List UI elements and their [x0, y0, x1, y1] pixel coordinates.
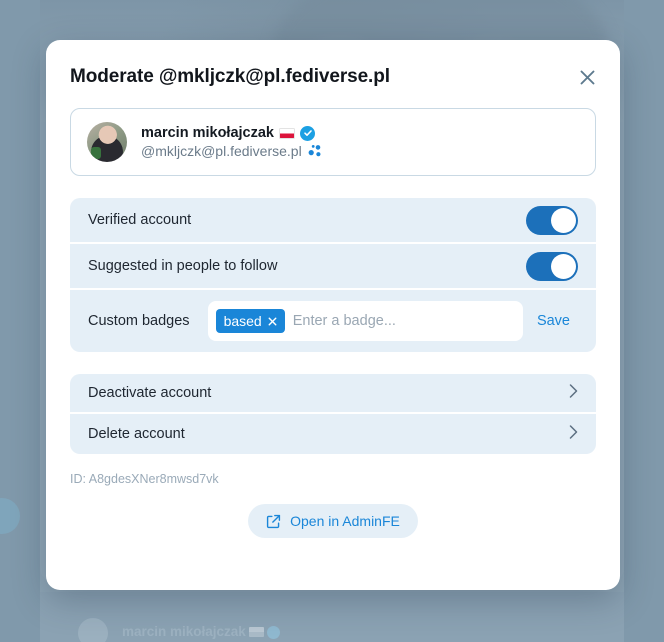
- user-summary-card[interactable]: marcin mikołajczak @mkljczk@pl.fediverse…: [70, 108, 596, 176]
- action-row-deactivate-account[interactable]: Deactivate account: [70, 374, 596, 414]
- verified-check-icon: [300, 126, 315, 141]
- badge-input[interactable]: [293, 313, 515, 329]
- custom-badges-field[interactable]: based: [208, 301, 523, 341]
- save-badges-button[interactable]: Save: [523, 313, 578, 329]
- external-link-icon: [266, 514, 281, 529]
- modal-body: marcin mikołajczak @mkljczk@pl.fediverse…: [46, 108, 620, 538]
- toggle-knob: [551, 254, 576, 279]
- fediverse-icon: [307, 143, 323, 159]
- remove-chip-icon[interactable]: [268, 315, 277, 328]
- user-display-name: marcin mikołajczak: [141, 125, 274, 141]
- account-actions-group: Deactivate account Delete account: [70, 374, 596, 454]
- toggle-knob: [551, 208, 576, 233]
- background-post-author: marcin mikołajczak: [122, 624, 280, 639]
- modal-footer: Open in AdminFE: [70, 504, 596, 538]
- close-icon: [578, 68, 597, 87]
- badge-chip-label: based: [224, 313, 262, 329]
- open-in-adminfe-label: Open in AdminFE: [290, 513, 400, 529]
- setting-row-verified-account: Verified account: [70, 198, 596, 244]
- background-post-avatar: [78, 618, 108, 642]
- background-floating-action-button: [0, 498, 20, 534]
- toggle-suggested[interactable]: [526, 252, 578, 281]
- user-meta: marcin mikołajczak @mkljczk@pl.fediverse…: [141, 125, 323, 159]
- avatar: [87, 122, 127, 162]
- close-modal-button[interactable]: [572, 62, 602, 92]
- action-label-delete: Delete account: [88, 426, 185, 442]
- open-in-adminfe-button[interactable]: Open in AdminFE: [248, 504, 418, 538]
- user-handle-row: @mkljczk@pl.fediverse.pl: [141, 143, 323, 159]
- setting-label-custom-badges: Custom badges: [88, 313, 190, 329]
- moderate-user-modal: Moderate @mkljczk@pl.fediverse.pl marcin…: [46, 40, 620, 590]
- badge-chip-based[interactable]: based: [216, 309, 285, 333]
- toggle-verified-account[interactable]: [526, 206, 578, 235]
- setting-label-verified-account: Verified account: [88, 212, 191, 228]
- setting-label-suggested: Suggested in people to follow: [88, 258, 277, 274]
- user-display-name-row: marcin mikołajczak: [141, 125, 323, 141]
- action-row-delete-account[interactable]: Delete account: [70, 414, 596, 454]
- chevron-right-icon: [569, 425, 578, 444]
- account-id-text: ID: A8gdesXNer8mwsd7vk: [70, 472, 596, 486]
- flag-poland-icon: [249, 627, 264, 637]
- user-handle: @mkljczk@pl.fediverse.pl: [141, 143, 302, 159]
- verified-check-icon: [267, 626, 280, 639]
- setting-row-suggested: Suggested in people to follow: [70, 244, 596, 290]
- flag-poland-icon: [279, 128, 295, 139]
- background-post-author-label: marcin mikołajczak: [122, 624, 246, 639]
- modal-title: Moderate @mkljczk@pl.fediverse.pl: [70, 66, 596, 88]
- modal-header: Moderate @mkljczk@pl.fediverse.pl: [46, 40, 620, 104]
- chevron-right-icon: [569, 384, 578, 403]
- setting-row-custom-badges: Custom badges based Save: [70, 290, 596, 352]
- action-label-deactivate: Deactivate account: [88, 385, 211, 401]
- moderation-settings-group: Verified account Suggested in people to …: [70, 198, 596, 352]
